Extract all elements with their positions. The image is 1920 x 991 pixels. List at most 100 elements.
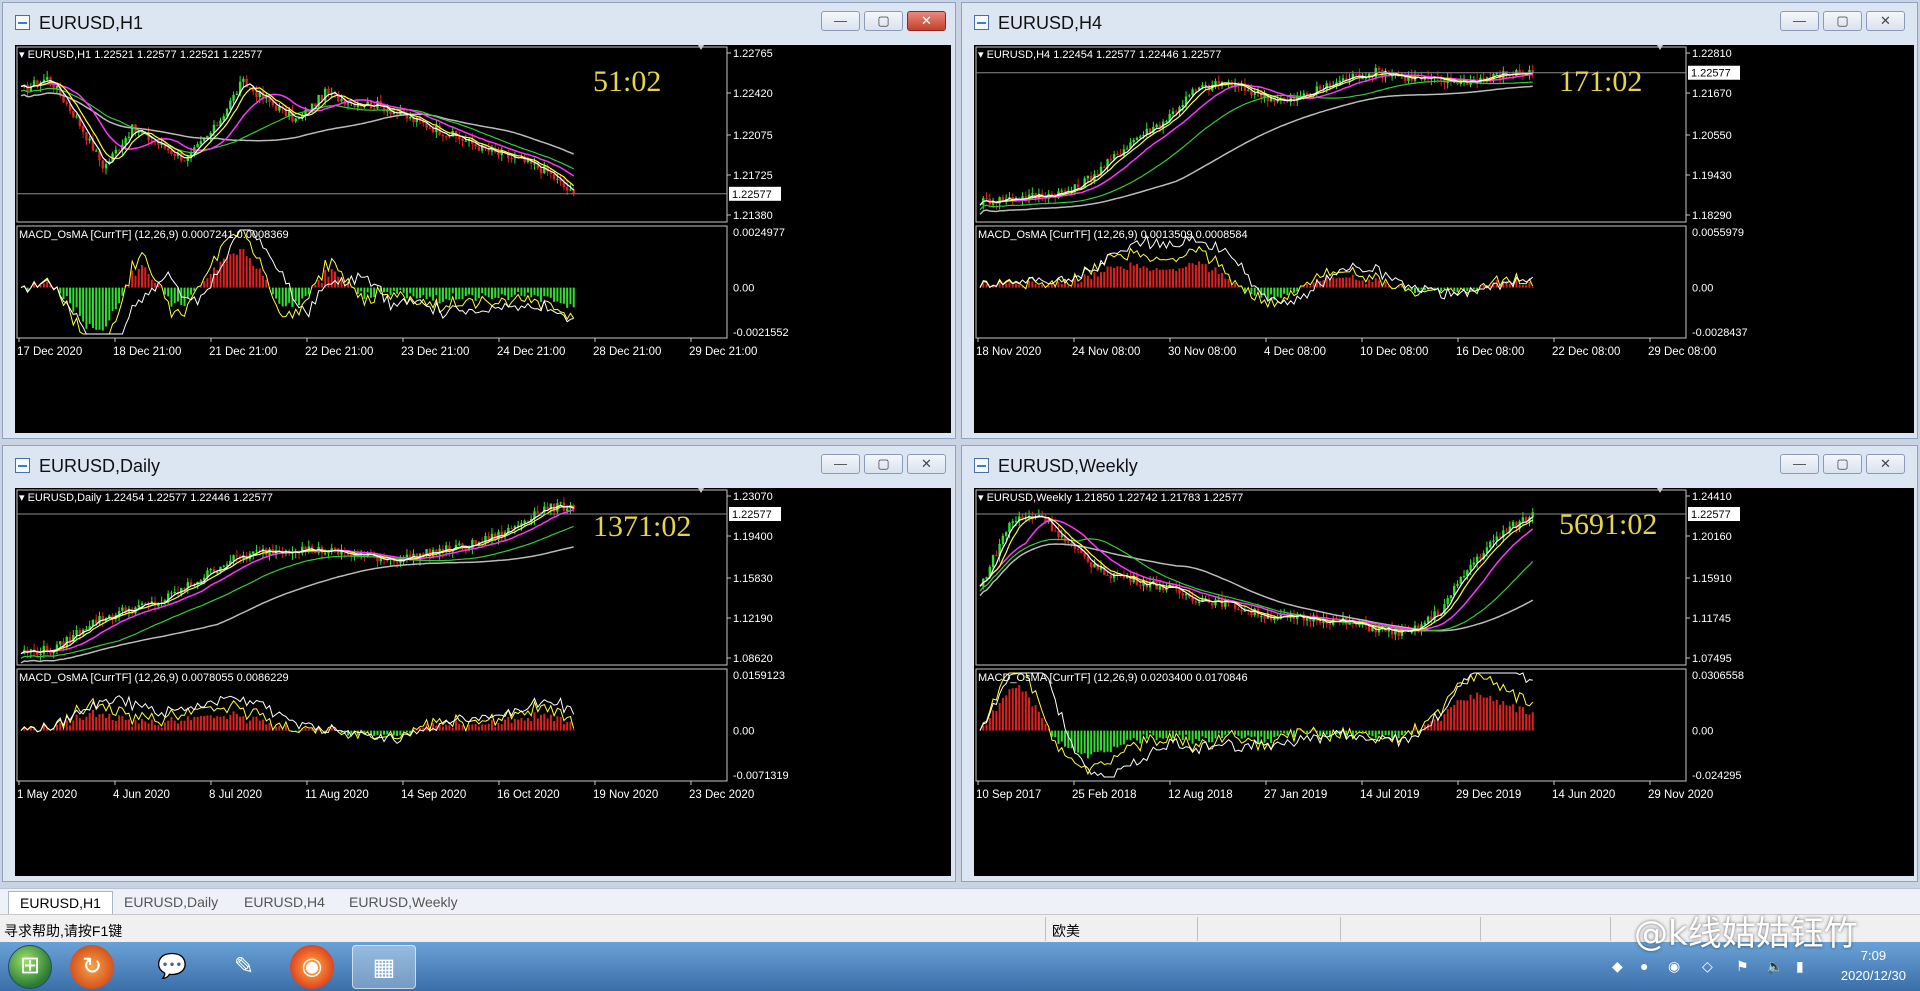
tab-eurusd-h4[interactable]: EURUSD,H4 [233, 891, 336, 913]
candle-body [1511, 75, 1515, 77]
tray-network-icon[interactable]: ◆ [1612, 958, 1623, 975]
start-button[interactable] [8, 945, 52, 989]
candle-body [1109, 159, 1113, 161]
chart-window-icon [15, 458, 30, 473]
chart-canvas[interactable]: ▾ EURUSD,H4 1.22454 1.22577 1.22446 1.22… [974, 45, 1914, 433]
candle-body [121, 607, 124, 612]
close-button[interactable]: ✕ [1866, 454, 1905, 474]
chart-canvas[interactable]: ▾ EURUSD,H1 1.22521 1.22577 1.22521 1.22… [15, 45, 951, 433]
candle-body [297, 117, 301, 119]
candle-body [985, 198, 988, 200]
candle-body [1197, 601, 1201, 603]
time-axis-label: 23 Dec 21:00 [401, 346, 469, 358]
chart-canvas[interactable]: ▾ EURUSD,Daily 1.22454 1.22577 1.22446 1… [15, 488, 951, 876]
tray-wechat-icon[interactable]: ◉ [1668, 958, 1680, 975]
tab-eurusd-h1[interactable]: EURUSD,H1 [8, 891, 113, 914]
candle-body [1446, 598, 1449, 605]
maximize-button[interactable]: ▢ [1823, 454, 1862, 474]
candle-body [1276, 618, 1279, 620]
close-button[interactable]: ✕ [1866, 11, 1905, 31]
maximize-button[interactable]: ▢ [864, 11, 903, 31]
minimize-button[interactable]: — [821, 454, 860, 474]
window-titlebar[interactable]: EURUSD,H4 — ▢ ✕ [962, 3, 1917, 41]
chart-window-h1[interactable]: EURUSD,H1 — ▢ ✕ ▾ EURUSD,H1 1.22521 1.22… [2, 2, 956, 439]
candle-body [216, 572, 219, 574]
ma-line-gray [20, 92, 575, 155]
chart-area[interactable]: ▾ EURUSD,H1 1.22521 1.22577 1.22521 1.22… [15, 45, 951, 433]
candle-body [1273, 618, 1276, 621]
metatrader-icon[interactable]: ▦ [352, 945, 416, 989]
candle-body [1318, 86, 1322, 90]
candle-body [1116, 154, 1119, 156]
candle-body [183, 160, 186, 162]
candle-body [225, 564, 229, 566]
ma-line-white [20, 79, 575, 191]
price-axis-label: 1.24410 [1692, 491, 1732, 503]
chart-window-weekly[interactable]: EURUSD,Weekly — ▢ ✕ ▾ EURUSD,Weekly 1.21… [961, 445, 1918, 882]
chart-info-text: ▾ EURUSD,H1 1.22521 1.22577 1.22521 1.22… [19, 49, 262, 61]
maximize-button[interactable]: ▢ [864, 454, 903, 474]
candle-body [140, 603, 144, 606]
time-axis-label: 18 Nov 2020 [976, 346, 1041, 358]
notes-icon[interactable]: ✎ [216, 945, 272, 989]
window-titlebar[interactable]: EURUSD,Daily — ▢ ✕ [3, 446, 955, 484]
candle-body [114, 149, 118, 154]
macd-axis-label: -0.0021552 [733, 327, 789, 339]
time-axis-label: 8 Jul 2020 [209, 789, 262, 801]
chart-area[interactable]: ▾ EURUSD,Daily 1.22454 1.22577 1.22446 1… [15, 488, 951, 876]
tab-eurusd-daily[interactable]: EURUSD,Daily [113, 891, 229, 913]
candle-body [1132, 140, 1135, 143]
candle-body [1171, 111, 1175, 115]
candle-body [559, 502, 562, 504]
tray-security-icon[interactable]: ◇ [1702, 958, 1713, 975]
candle-body [1456, 583, 1459, 586]
macd-info-text: MACD_OsMA [CurrTF] (12,26,9) 0.0203400 0… [978, 672, 1248, 684]
firefox-icon[interactable]: ◉ [290, 945, 334, 989]
macd-axis-label: -0.024295 [1692, 770, 1742, 782]
window-titlebar[interactable]: EURUSD,H1 — ▢ ✕ [3, 3, 955, 41]
candle-body [1165, 121, 1168, 123]
time-axis-label: 16 Oct 2020 [497, 789, 560, 801]
candle-body [101, 160, 104, 169]
candle-body [1436, 611, 1440, 616]
candle-body [536, 511, 539, 513]
candle-body [1181, 593, 1184, 596]
chart-window-daily[interactable]: EURUSD,Daily — ▢ ✕ ▾ EURUSD,Daily 1.2245… [2, 445, 956, 882]
chart-canvas[interactable]: ▾ EURUSD,Weekly 1.21850 1.22742 1.21783 … [974, 488, 1914, 876]
minimize-button[interactable]: — [1780, 11, 1819, 31]
tray-signal-icon[interactable]: ▮ [1796, 958, 1804, 975]
macd-line-white [979, 234, 1534, 306]
wechat-icon[interactable]: 💬 [144, 945, 200, 989]
candle-body [1106, 574, 1109, 576]
candle-body [1246, 90, 1250, 92]
candle-body [1011, 521, 1014, 523]
candle-body [1103, 166, 1106, 168]
maximize-button[interactable]: ▢ [1823, 11, 1862, 31]
tray-volume-icon[interactable]: 🔈 [1766, 958, 1783, 975]
candle-body [327, 88, 330, 95]
close-button[interactable]: ✕ [907, 11, 946, 31]
tray-flag-icon[interactable]: ⚑ [1736, 958, 1749, 975]
candle-body [474, 540, 477, 545]
minimize-button[interactable]: — [821, 11, 860, 31]
candle-body [1341, 78, 1345, 81]
tab-eurusd-weekly[interactable]: EURUSD,Weekly [338, 891, 469, 913]
chart-area[interactable]: ▾ EURUSD,H4 1.22454 1.22577 1.22446 1.22… [974, 45, 1914, 433]
window-titlebar[interactable]: EURUSD,Weekly — ▢ ✕ [962, 446, 1917, 484]
browser-app-icon[interactable]: ↻ [70, 945, 114, 989]
candle-body [229, 100, 232, 110]
close-button[interactable]: ✕ [907, 454, 946, 474]
price-axis-label: 1.15910 [1692, 573, 1732, 585]
price-axis-label: 1.21725 [733, 170, 773, 182]
candle-body [278, 106, 281, 111]
minimize-button[interactable]: — [1780, 454, 1819, 474]
candle-body [104, 164, 108, 169]
macd-axis-label: 0.0159123 [733, 670, 785, 682]
price-axis-label: 1.21670 [1692, 88, 1732, 100]
candle-body [271, 101, 275, 106]
candle-body [199, 141, 203, 145]
tray-app-icon[interactable]: ● [1640, 958, 1648, 974]
price-axis-label: 1.12190 [733, 613, 773, 625]
chart-window-h4[interactable]: EURUSD,H4 — ▢ ✕ ▾ EURUSD,H4 1.22454 1.22… [961, 2, 1918, 439]
chart-area[interactable]: ▾ EURUSD,Weekly 1.21850 1.22742 1.21783 … [974, 488, 1914, 876]
